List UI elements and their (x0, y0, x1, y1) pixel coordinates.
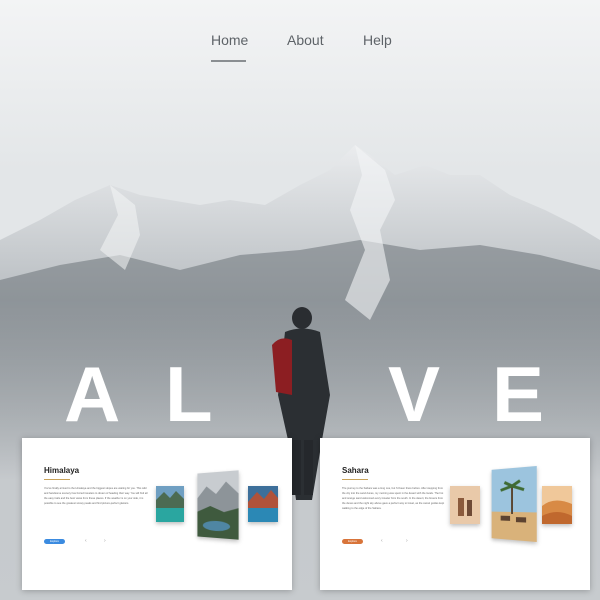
top-nav: Home About Help (0, 32, 600, 72)
hero-letter-v: V (388, 350, 441, 438)
explore-button[interactable]: Explore (44, 539, 65, 544)
card-description: The journey to the Sahara was a long one… (342, 487, 445, 510)
valley-thumbnail-image[interactable] (197, 470, 239, 540)
nav-home-link[interactable]: Home (211, 32, 248, 48)
hero-letter-l: L (165, 350, 213, 438)
explore-button[interactable]: Explore (342, 539, 363, 544)
lake-thumbnail-image[interactable] (156, 486, 184, 522)
active-nav-underline (211, 60, 246, 62)
sahara-card: Sahara The journey to the Sahara was a l… (320, 438, 590, 590)
title-underline (44, 479, 70, 480)
card-title: Himalaya (44, 466, 80, 475)
hero-letter-a: A (64, 350, 121, 438)
card-description: You've finally arrived to the Himalaya a… (44, 487, 148, 505)
title-underline (342, 479, 368, 480)
palm-camel-thumbnail-image[interactable] (491, 465, 537, 543)
chevron-right-icon[interactable]: › (104, 538, 106, 544)
nav-about-link[interactable]: About (287, 32, 324, 48)
chevron-left-icon[interactable]: ‹ (381, 538, 383, 544)
chevron-right-icon[interactable]: › (406, 538, 408, 544)
card-title: Sahara (342, 466, 369, 475)
chevron-left-icon[interactable]: ‹ (85, 538, 87, 544)
hero-letter-e: E (492, 350, 545, 438)
desert-people-thumbnail-image[interactable] (450, 486, 480, 524)
himalaya-card: Himalaya You've finally arrived to the H… (22, 438, 292, 590)
mountain-lake-thumbnail-image[interactable] (248, 486, 278, 522)
dunes-thumbnail-image[interactable] (542, 486, 572, 524)
nav-help-link[interactable]: Help (363, 32, 392, 48)
